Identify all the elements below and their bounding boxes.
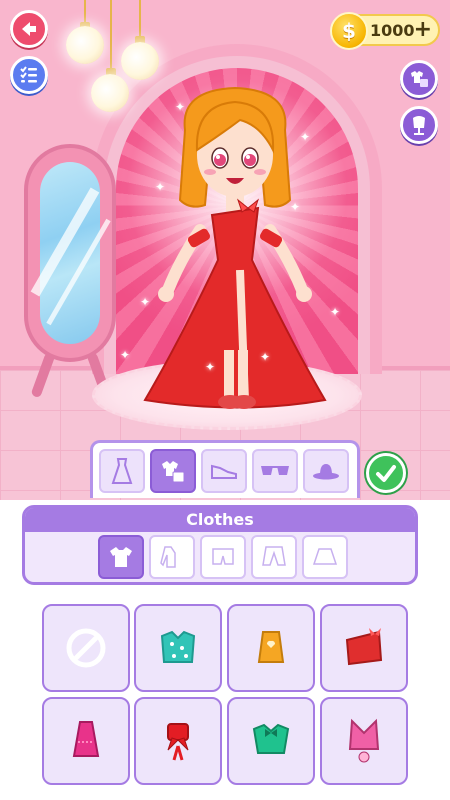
no-symbol-icon	[66, 628, 106, 668]
add-coins-button[interactable]: +	[414, 17, 432, 43]
dress-icon	[111, 458, 133, 484]
mannequin-button[interactable]	[400, 106, 438, 144]
top-icon	[348, 718, 380, 763]
checklist-icon	[20, 66, 37, 83]
top-icon	[167, 723, 189, 761]
clothes-icon	[162, 461, 185, 483]
mirror-shine	[30, 187, 100, 297]
sparkle-icon: ✦	[290, 200, 301, 214]
mannequin-icon	[413, 116, 425, 135]
clothes-tab[interactable]	[150, 449, 196, 493]
none-item[interactable]	[42, 604, 130, 692]
shorts-icon	[212, 548, 234, 565]
lamp-bulb	[121, 42, 159, 80]
coin-value: 1000	[370, 21, 415, 40]
hat-tab[interactable]	[303, 449, 349, 493]
top-icon	[72, 721, 100, 757]
top-icon	[252, 723, 290, 754]
checkmark-icon	[376, 465, 396, 482]
back-button[interactable]	[10, 10, 48, 48]
pink-flower-top[interactable]	[320, 697, 408, 785]
clothes-panel: Clothes	[22, 505, 418, 585]
mirror-glass	[30, 162, 111, 344]
sparkle-icon: ✦	[260, 350, 271, 364]
sparkle-icon: ✦	[205, 360, 216, 374]
sparkle-icon: ✦	[175, 100, 186, 114]
skirt-icon	[312, 548, 338, 565]
sparkle-icon: ✦	[300, 130, 311, 144]
coin-counter[interactable]: $ 1000 +	[330, 12, 440, 50]
lamp-bulb	[66, 26, 104, 64]
top-icon	[160, 630, 196, 663]
panel-title: Clothes	[25, 508, 415, 532]
mirror-shine	[46, 218, 111, 326]
long-sleeve-tab[interactable]	[149, 535, 195, 579]
confirm-button[interactable]	[366, 453, 406, 493]
pants-tab[interactable]	[251, 535, 297, 579]
teal-polka-top[interactable]	[134, 604, 222, 692]
standing-mirror	[24, 144, 116, 362]
sneaker-icon	[211, 464, 237, 479]
top-icon	[345, 628, 383, 666]
sparkle-icon: ✦	[140, 295, 151, 309]
hat-icon	[313, 464, 339, 480]
skirt-tab[interactable]	[302, 535, 348, 579]
pants-icon	[262, 546, 286, 566]
sunglasses-icon	[261, 466, 289, 475]
green-bow-top[interactable]	[227, 697, 315, 785]
dressing-room-scene: ✦ ✦ ✦ ✦ ✦ ✦ ✦ ✦ ✦	[0, 0, 450, 500]
shorts-tab[interactable]	[200, 535, 246, 579]
tshirt-icon	[110, 547, 132, 567]
lamp-wire	[139, 0, 141, 38]
task-list-button[interactable]	[10, 56, 48, 94]
tshirt-tab[interactable]	[98, 535, 144, 579]
lamp-bulb	[91, 74, 129, 112]
back-arrow-icon	[22, 22, 36, 36]
outfit-button[interactable]	[400, 60, 438, 98]
lamp-wire	[110, 0, 112, 70]
category-bar	[90, 440, 360, 498]
orange-heart-top[interactable]	[227, 604, 315, 692]
pink-halter-top[interactable]	[42, 697, 130, 785]
dress-tab[interactable]	[99, 449, 145, 493]
shoes-tab[interactable]	[201, 449, 247, 493]
top-icon	[257, 631, 285, 663]
long-sleeve-icon	[160, 546, 176, 568]
red-bow-top[interactable]	[134, 697, 222, 785]
sparkle-icon: ✦	[120, 348, 131, 362]
red-butterfly-top[interactable]	[320, 604, 408, 692]
sparkle-icon: ✦	[330, 305, 341, 319]
outfit-icon	[411, 71, 428, 87]
sparkle-icon: ✦	[155, 180, 166, 194]
glasses-tab[interactable]	[252, 449, 298, 493]
coin-icon: $	[330, 12, 368, 50]
